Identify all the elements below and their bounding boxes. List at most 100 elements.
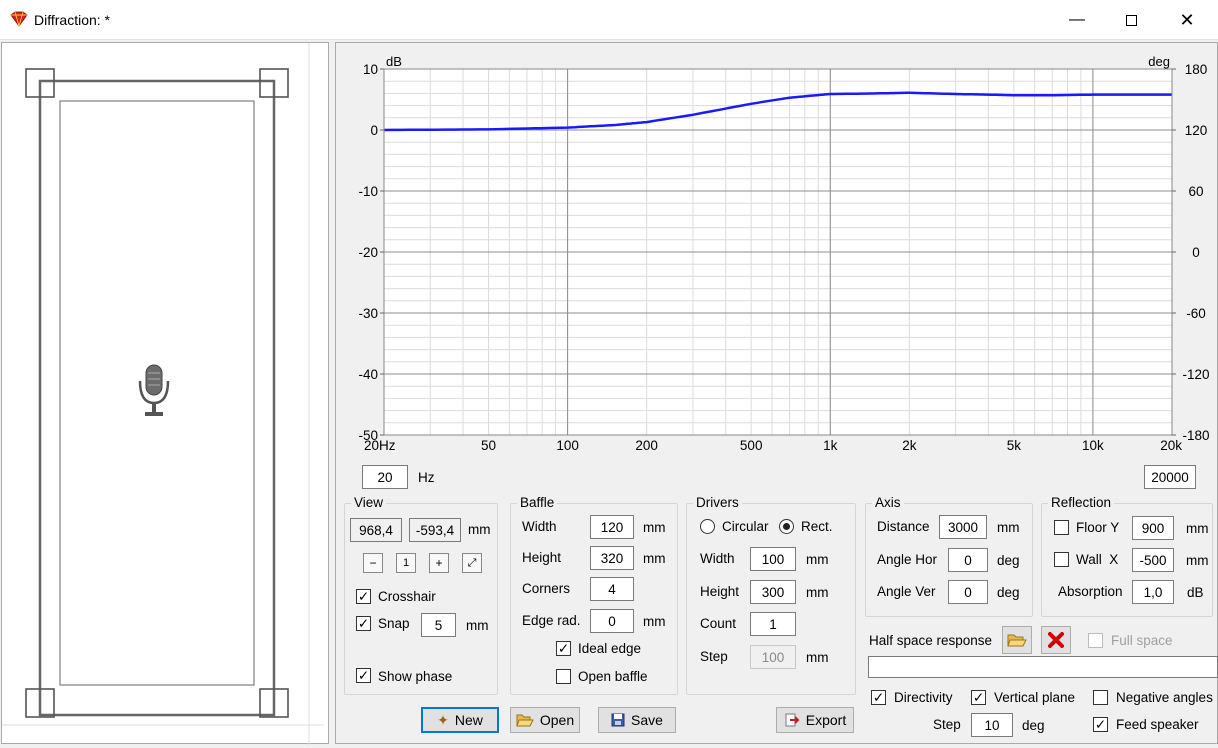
axis-distance-input[interactable]: 3000: [939, 515, 987, 539]
rect-radio[interactable]: [779, 519, 794, 534]
x-tick-label: 100: [556, 438, 579, 453]
x-tick-label: 200: [635, 438, 658, 453]
close-button[interactable]: ✕: [1164, 0, 1210, 40]
maximize-button[interactable]: [1108, 0, 1154, 40]
view-y-readout: -593,4: [409, 518, 461, 542]
reflection-group-title: Reflection: [1048, 495, 1115, 510]
baffle-width-unit: mm: [643, 520, 666, 535]
folder-open-icon: [1007, 634, 1027, 647]
x-tick-label: 2k: [902, 438, 917, 453]
y-tick-label: -20: [358, 245, 378, 260]
half-space-open-button[interactable]: [1002, 626, 1032, 654]
x-tick-label: 50: [481, 438, 496, 453]
wall-unit: mm: [1186, 553, 1209, 568]
folder-open-icon: [516, 714, 534, 727]
close-icon: ✕: [1179, 9, 1195, 30]
microphone-icon: [138, 364, 170, 416]
absorption-label: Absorption: [1058, 584, 1123, 599]
feed-speaker-label: Feed speaker: [1116, 717, 1199, 732]
minimize-button[interactable]: —: [1054, 0, 1100, 40]
export-icon: [785, 713, 800, 727]
baffle-height-input[interactable]: 320: [590, 546, 634, 570]
baffle-group-title: Baffle: [517, 495, 558, 510]
wall-checkbox[interactable]: [1054, 552, 1069, 567]
export-button[interactable]: Export: [776, 707, 854, 733]
absorption-input[interactable]: 1,0: [1132, 580, 1174, 604]
angle-ver-unit: deg: [997, 585, 1020, 600]
zoom-in-button[interactable]: +: [429, 553, 449, 573]
x-tick-label: 500: [740, 438, 763, 453]
negative-angles-checkbox[interactable]: [1093, 690, 1108, 705]
baffle-height-label: Height: [522, 550, 562, 565]
feed-speaker-checkbox[interactable]: ✓: [1093, 717, 1108, 732]
y-tick-label: 0: [370, 123, 378, 138]
angle-ver-label: Angle Ver: [877, 584, 936, 599]
zoom-out-icon: −: [369, 556, 377, 570]
floor-checkbox[interactable]: [1054, 520, 1069, 535]
x-tick-label: 10k: [1082, 438, 1104, 453]
half-space-clear-button[interactable]: [1041, 626, 1071, 654]
baffle-edge-label: Edge rad.: [522, 613, 581, 628]
angle-hor-input[interactable]: 0: [948, 548, 988, 572]
full-space-checkbox[interactable]: [1088, 633, 1103, 648]
open-button-label: Open: [539, 712, 575, 728]
crosshair-checkbox[interactable]: ✓: [356, 589, 371, 604]
freq-min-unit: Hz: [418, 470, 435, 485]
directivity-checkbox[interactable]: ✓: [871, 690, 886, 705]
open-button[interactable]: Open: [510, 707, 580, 733]
floor-label: Floor Y: [1076, 520, 1120, 535]
circular-label: Circular: [722, 519, 769, 534]
rect-label: Rect.: [801, 519, 833, 534]
show-phase-checkbox[interactable]: ✓: [356, 668, 371, 683]
driver-count-input[interactable]: 1: [750, 612, 796, 636]
baffle-edge-input[interactable]: 0: [590, 609, 634, 633]
snap-input[interactable]: 5: [421, 613, 456, 637]
ideal-edge-checkbox[interactable]: ✓: [556, 641, 571, 656]
minimize-icon: —: [1069, 11, 1085, 28]
x-tick-label: 5k: [1007, 438, 1022, 453]
zoom-fit-button[interactable]: ⤢: [462, 553, 482, 573]
snap-checkbox[interactable]: ✓: [356, 616, 371, 631]
y2-tick-label: -120: [1182, 367, 1209, 382]
snap-unit: mm: [466, 618, 489, 633]
driver-width-input[interactable]: 100: [750, 547, 796, 571]
baffle-canvas[interactable]: [1, 42, 329, 745]
vertical-plane-checkbox[interactable]: ✓: [971, 690, 986, 705]
baffle-width-input[interactable]: 120: [590, 515, 634, 539]
zoom-reset-button[interactable]: 1: [396, 553, 416, 573]
angle-ver-input[interactable]: 0: [948, 580, 988, 604]
angle-hor-label: Angle Hor: [877, 552, 938, 567]
zoom-fit-icon: ⤢: [467, 556, 477, 569]
baffle-height-unit: mm: [643, 551, 666, 566]
frequency-response-chart: 100-10-20-30-40-50 180120600-60-120-180 …: [358, 54, 1209, 453]
drivers-group-title: Drivers: [693, 495, 742, 510]
baffle-corners-input[interactable]: 4: [590, 577, 634, 601]
new-button[interactable]: ✦ New: [421, 707, 499, 733]
floor-input[interactable]: 900: [1132, 516, 1174, 540]
freq-max-input[interactable]: 20000: [1144, 465, 1196, 489]
absorption-unit: dB: [1187, 585, 1204, 600]
open-baffle-label: Open baffle: [578, 669, 648, 684]
snap-label: Snap: [378, 616, 410, 631]
save-button[interactable]: Save: [598, 707, 676, 733]
circular-radio[interactable]: [700, 519, 715, 534]
y2-tick-label: -180: [1182, 428, 1209, 443]
view-x-readout: 968,4: [350, 518, 402, 542]
window-title: Diffraction: *: [34, 12, 110, 28]
half-space-path-input[interactable]: [868, 656, 1218, 678]
zoom-in-icon: +: [435, 556, 443, 570]
maximize-icon: [1125, 14, 1137, 26]
view-unit: mm: [468, 522, 491, 537]
driver-height-label: Height: [700, 584, 740, 599]
driver-height-input[interactable]: 300: [750, 580, 796, 604]
zoom-out-button[interactable]: −: [363, 553, 383, 573]
directivity-step-input[interactable]: 10: [971, 713, 1013, 737]
driver-step-input[interactable]: 100: [750, 645, 796, 669]
driver-width-unit: mm: [806, 552, 829, 567]
y2-tick-label: 120: [1185, 123, 1208, 138]
title-bar: Diffraction: * — ✕: [0, 0, 1218, 40]
wall-input[interactable]: -500: [1132, 548, 1174, 572]
freq-min-input[interactable]: 20: [362, 465, 408, 489]
open-baffle-checkbox[interactable]: [556, 669, 571, 684]
baffle-outline: [38, 79, 276, 717]
